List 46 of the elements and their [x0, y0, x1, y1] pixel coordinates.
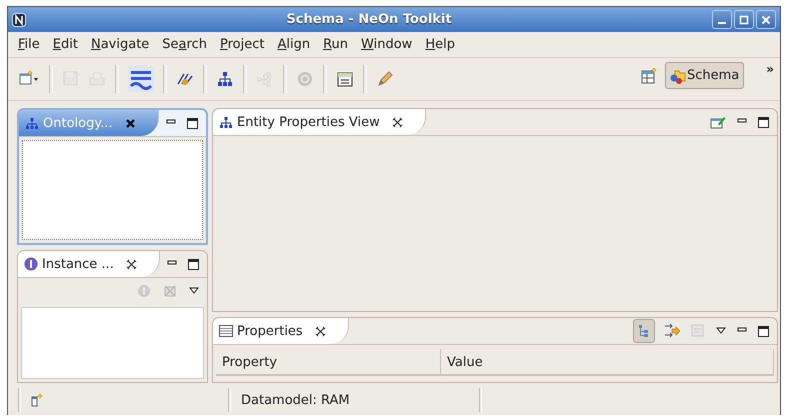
hierarchy-icon: [219, 116, 233, 128]
open-perspective-icon[interactable]: [640, 68, 657, 84]
menu-item[interactable]: Navigate: [84, 37, 156, 52]
wave-icon[interactable]: [126, 66, 156, 92]
instance-tab[interactable]: Instance ...: [18, 251, 160, 277]
maximize-view-icon[interactable]: [756, 114, 771, 130]
properties-tab[interactable]: Properties: [213, 318, 349, 344]
maximize-button[interactable]: [734, 10, 754, 29]
instance-icon: [24, 257, 38, 271]
new-item-icon[interactable]: [31, 393, 43, 407]
menu-item[interactable]: Search: [156, 37, 214, 52]
tab-label: Instance ...: [42, 256, 114, 272]
menu-item[interactable]: Project: [214, 37, 272, 52]
tab-label: Ontology...: [43, 116, 113, 130]
menu-item[interactable]: Run: [317, 37, 356, 52]
close-icon[interactable]: [314, 326, 326, 336]
minimize-icon: [718, 22, 726, 24]
menu-item[interactable]: File: [12, 37, 47, 52]
folder-icon: [670, 68, 686, 84]
view-menu-icon[interactable]: [189, 287, 199, 295]
entity-properties-tab[interactable]: Entity Properties View: [213, 109, 426, 135]
tab-label: Entity Properties View: [237, 114, 380, 130]
menu-item[interactable]: Window: [355, 37, 420, 52]
maximize-view-icon[interactable]: [756, 324, 771, 338]
maximize-view-icon[interactable]: [185, 116, 200, 130]
hierarchy-icon: [25, 116, 39, 130]
close-icon[interactable]: [124, 118, 136, 128]
table-icon: [219, 325, 233, 337]
more-perspectives-button[interactable]: »: [766, 62, 774, 76]
column-header[interactable]: Value: [441, 349, 774, 374]
maximize-icon: [739, 14, 749, 24]
minimize-button[interactable]: [712, 10, 732, 29]
schema-perspective-button[interactable]: Schema: [664, 62, 744, 89]
close-icon: [761, 14, 771, 24]
menu-item[interactable]: Edit: [46, 37, 85, 52]
close-icon[interactable]: [392, 116, 403, 128]
menu-item[interactable]: Help: [419, 37, 462, 52]
tab-label: Properties: [237, 324, 303, 338]
close-icon[interactable]: [126, 258, 137, 270]
maximize-view-icon[interactable]: [186, 256, 201, 272]
close-button[interactable]: [756, 10, 776, 29]
menu-item[interactable]: Align: [271, 37, 318, 52]
column-header[interactable]: Property: [216, 349, 441, 374]
window-title: Schema - NeOn Toolkit: [285, 12, 453, 27]
app-icon: [12, 12, 26, 26]
status-text: Datamodel: RAM: [241, 392, 351, 408]
